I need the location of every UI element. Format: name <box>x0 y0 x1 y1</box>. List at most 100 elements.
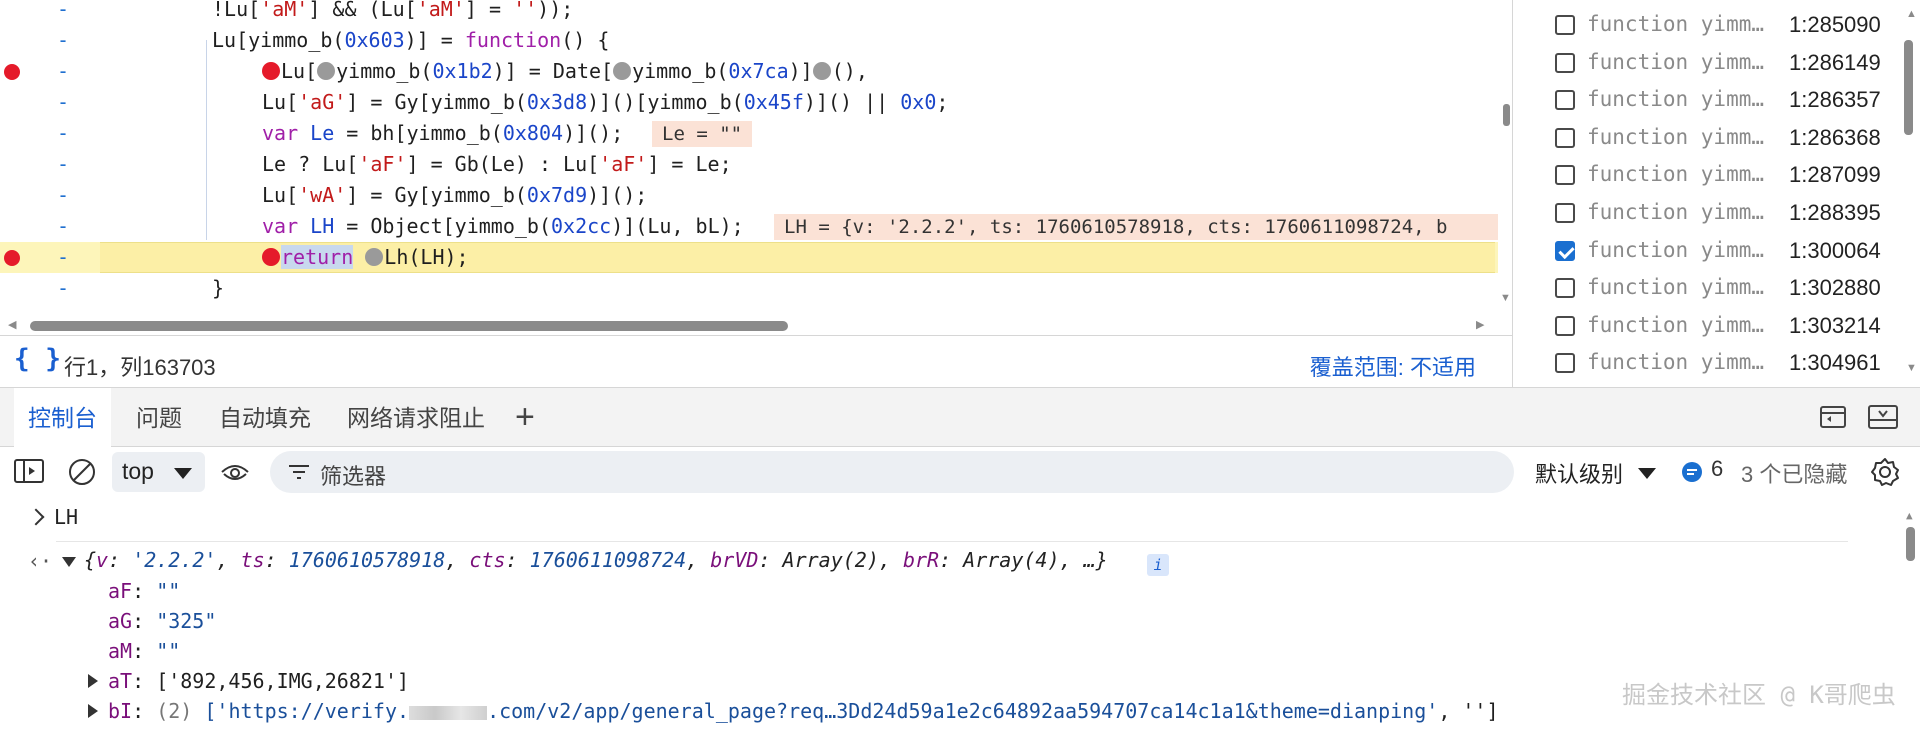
inline-breakpoint-icon[interactable] <box>613 62 632 80</box>
code-line-paused[interactable]: - return Lh(LH); <box>0 242 1500 273</box>
inline-breakpoint-icon[interactable] <box>317 62 336 80</box>
scroll-up-arrow-icon[interactable]: ▲ <box>1906 509 1913 522</box>
code-line[interactable]: - Le ? Lu['aF'] = Gb(Le) : Lu['aF'] = Le… <box>0 149 1500 180</box>
inline-breakpoint-icon[interactable] <box>262 62 280 80</box>
breakpoint-location[interactable]: 1:302880 <box>1789 275 1881 301</box>
issues-message-icon[interactable] <box>1681 461 1703 483</box>
breakpoint-location[interactable]: 1:285090 <box>1789 12 1881 38</box>
context-selector[interactable]: top <box>112 452 205 492</box>
breakpoint-checkbox[interactable] <box>1555 90 1575 111</box>
gutter-marker[interactable]: - <box>57 0 69 25</box>
breakpoint-checkbox[interactable] <box>1555 15 1575 35</box>
gutter-marker[interactable]: - <box>57 25 69 56</box>
breakpoint-location[interactable]: 1:288395 <box>1789 200 1881 226</box>
breakpoint-location[interactable]: 1:287099 <box>1789 162 1881 188</box>
property-row[interactable]: aM: "" <box>108 639 180 663</box>
breakpoint-checkbox[interactable] <box>1555 127 1575 148</box>
gutter-marker[interactable]: - <box>57 87 69 118</box>
code-line[interactable]: - var Le = bh[yimmo_b(0x804)](); Le = "" <box>0 118 1500 149</box>
tab-console[interactable]: 控制台 <box>14 388 111 448</box>
breakpoint-row[interactable]: function yimm… 1:287099 <box>1513 156 1903 193</box>
breakpoint-location[interactable]: 1:286149 <box>1789 50 1881 76</box>
gutter-marker[interactable]: - <box>57 242 69 273</box>
inline-breakpoint-icon[interactable] <box>262 248 280 266</box>
code-line[interactable]: - var LH = Object[yimmo_b(0x2cc)](Lu, bL… <box>0 211 1500 242</box>
filter-input[interactable]: 筛选器 <box>270 451 1514 493</box>
scroll-up-arrow-icon[interactable]: ▲ <box>1906 8 1917 20</box>
scroll-left-arrow-icon[interactable]: ◀ <box>8 318 16 331</box>
gutter-marker[interactable]: - <box>57 211 69 242</box>
breakpoint-checkbox[interactable] <box>1555 203 1575 223</box>
breakpoint-row[interactable]: function yimm… 1:286357 <box>1513 81 1903 118</box>
breakpoint-row[interactable]: function yimm… 1:286368 <box>1513 119 1903 156</box>
breakpoint-checkbox[interactable] <box>1555 52 1575 73</box>
breakpoint-checkbox[interactable] <box>1555 278 1575 299</box>
property-row[interactable]: aG: "325" <box>108 609 216 633</box>
breakpoints-scroll-thumb[interactable] <box>1904 40 1913 135</box>
breakpoint-row[interactable]: function yimm… 1:302880 <box>1513 269 1903 306</box>
object-summary[interactable]: {v: '2.2.2', ts: 1760610578918, cts: 176… <box>84 548 1108 572</box>
expand-triangle-icon[interactable] <box>88 674 98 688</box>
gear-icon[interactable] <box>1870 457 1900 487</box>
scroll-down-arrow-icon[interactable]: ▼ <box>1906 362 1917 374</box>
gutter-marker[interactable]: - <box>57 273 69 304</box>
breakpoint-row[interactable]: function yimm… 1:304961 <box>1513 344 1903 381</box>
breakpoint-checkbox[interactable] <box>1555 353 1575 374</box>
chevron-down-icon[interactable] <box>1638 468 1656 479</box>
add-tab-button[interactable]: + <box>515 400 535 434</box>
editor-horizontal-scroll-thumb[interactable] <box>30 321 788 331</box>
gutter-marker[interactable]: - <box>57 180 69 211</box>
breakpoint-location[interactable]: 1:286368 <box>1789 125 1881 151</box>
editor-vertical-scroll-thumb[interactable] <box>1503 104 1510 126</box>
breakpoint-checkbox[interactable] <box>1555 315 1575 336</box>
expand-triangle-icon[interactable] <box>88 704 98 718</box>
inline-breakpoint-icon[interactable] <box>812 62 831 80</box>
log-levels-selector[interactable]: 默认级别 <box>1535 457 1623 489</box>
breakpoint-checkbox[interactable] <box>1555 240 1575 261</box>
scroll-down-arrow-icon[interactable]: ▼ <box>1500 292 1511 304</box>
console-output[interactable]: LH ‹· {v: '2.2.2', ts: 1760610578918, ct… <box>0 497 1920 732</box>
pretty-print-braces-icon[interactable]: { } <box>14 344 61 374</box>
breakpoint-row[interactable]: function yimm… 1:303214 <box>1513 307 1903 344</box>
breakpoint-row[interactable]: function yimm… 1:288395 <box>1513 194 1903 231</box>
breakpoint-marker[interactable] <box>4 250 20 266</box>
expand-triangle-icon[interactable] <box>62 557 76 567</box>
breakpoint-location[interactable]: 1:303214 <box>1789 313 1881 339</box>
breakpoint-row[interactable]: function yimm… 1:285090 <box>1513 6 1903 43</box>
sidebar-toggle-icon[interactable] <box>14 459 44 483</box>
property-row[interactable]: bI: (2) ['https://verify. .com/v2/app/gen… <box>108 699 1499 723</box>
source-editor[interactable]: - !Lu['aM'] && (Lu['aM'] = '')); - Lu[yi… <box>0 0 1512 335</box>
editor-vertical-scrollbar[interactable] <box>1498 0 1512 310</box>
inline-breakpoint-icon[interactable] <box>365 248 384 266</box>
breakpoint-location[interactable]: 1:286357 <box>1789 87 1881 113</box>
breakpoint-checkbox[interactable] <box>1555 165 1575 186</box>
gutter-marker[interactable]: - <box>57 149 69 180</box>
breakpoint-row[interactable]: function yimm… 1:300064 <box>1513 232 1903 269</box>
issues-count[interactable]: 6 <box>1711 456 1723 482</box>
code-line[interactable]: - !Lu['aM'] && (Lu['aM'] = '')); <box>0 0 1500 25</box>
breakpoint-marker[interactable] <box>4 64 20 80</box>
tab-network-request-blocking[interactable]: 网络请求阻止 <box>333 388 499 448</box>
tab-autofill[interactable]: 自动填充 <box>205 388 325 448</box>
console-scroll-thumb[interactable] <box>1906 527 1915 561</box>
property-row[interactable]: aF: "" <box>108 579 180 603</box>
breakpoint-location[interactable]: 1:300064 <box>1789 238 1881 264</box>
code-line[interactable]: - Lu[yimmo_b(0x1b2)] = Date[yimmo_b(0x7c… <box>0 56 1500 87</box>
tab-issues[interactable]: 问题 <box>122 388 196 448</box>
coverage-link[interactable]: 覆盖范围: 不适用 <box>1310 350 1476 382</box>
gutter-marker[interactable]: - <box>57 118 69 149</box>
clear-console-icon[interactable] <box>68 458 96 486</box>
code-line[interactable]: - Lu[yimmo_b(0x603)] = function() { <box>0 25 1500 56</box>
gutter-marker[interactable]: - <box>57 56 69 87</box>
live-expression-eye-icon[interactable] <box>220 460 250 484</box>
breakpoint-location[interactable]: 1:304961 <box>1789 350 1881 376</box>
scroll-right-arrow-icon[interactable]: ▶ <box>1476 318 1484 331</box>
code-line[interactable]: - Lu['aG'] = Gy[yimmo_b(0x3d8)]()[yimmo_… <box>0 87 1500 118</box>
dock-side-icon[interactable] <box>1818 404 1848 430</box>
code-line[interactable]: - Lu['wA'] = Gy[yimmo_b(0x7d9)](); <box>0 180 1500 211</box>
code-line[interactable]: - } <box>0 273 1500 304</box>
property-row[interactable]: aT: ['892,456,IMG,26821'] <box>108 669 409 693</box>
info-icon[interactable]: i <box>1147 554 1169 576</box>
breakpoint-row[interactable]: function yimm… 1:286149 <box>1513 44 1903 81</box>
close-drawer-icon[interactable] <box>1867 404 1899 430</box>
